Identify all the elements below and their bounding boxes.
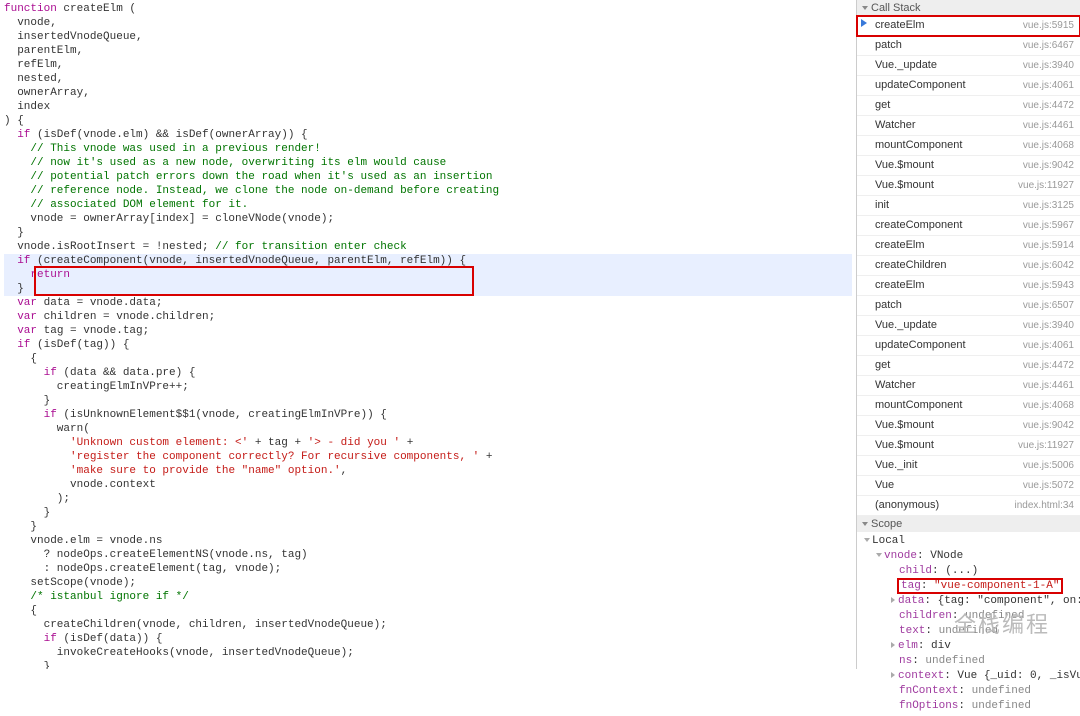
stack-frame[interactable]: Watchervue.js:4461 [857,116,1080,136]
stack-frame[interactable]: (anonymous)index.html:34 [857,496,1080,516]
stack-frame[interactable]: initvue.js:3125 [857,196,1080,216]
stack-frame[interactable]: updateComponentvue.js:4061 [857,336,1080,356]
stack-frame[interactable]: createElmvue.js:5915 [857,16,1080,36]
stack-frame[interactable]: createComponentvue.js:5967 [857,216,1080,236]
stack-frame[interactable]: createElmvue.js:5943 [857,276,1080,296]
scope-header[interactable]: Scope [857,516,1080,532]
scope-tree: Local vnode: VNode child: (...) tag: "vu… [857,532,1080,716]
stack-frame[interactable]: Vuevue.js:5072 [857,476,1080,496]
current-frame-icon [861,19,867,27]
stack-frame[interactable]: mountComponentvue.js:4068 [857,136,1080,156]
stack-frame[interactable]: mountComponentvue.js:4068 [857,396,1080,416]
stack-frame[interactable]: patchvue.js:6467 [857,36,1080,56]
stack-frame[interactable]: Vue.$mountvue.js:11927 [857,176,1080,196]
callstack-list: createElmvue.js:5915patchvue.js:6467Vue.… [857,16,1080,516]
stack-frame[interactable]: getvue.js:4472 [857,356,1080,376]
stack-frame[interactable]: updateComponentvue.js:4061 [857,76,1080,96]
stack-frame[interactable]: Vue.$mountvue.js:11927 [857,436,1080,456]
stack-frame[interactable]: createElmvue.js:5914 [857,236,1080,256]
callstack-header[interactable]: Call Stack [857,0,1080,16]
stack-frame[interactable]: Watchervue.js:4461 [857,376,1080,396]
code-editor[interactable]: function createElm ( vnode, insertedVnod… [0,0,856,669]
stack-frame[interactable]: getvue.js:4472 [857,96,1080,116]
stack-frame[interactable]: patchvue.js:6507 [857,296,1080,316]
debugger-sidebar: Call Stack createElmvue.js:5915patchvue.… [856,0,1080,669]
stack-frame[interactable]: Vue._updatevue.js:3940 [857,56,1080,76]
stack-frame[interactable]: Vue.$mountvue.js:9042 [857,416,1080,436]
stack-frame[interactable]: Vue._initvue.js:5006 [857,456,1080,476]
stack-frame[interactable]: Vue._updatevue.js:3940 [857,316,1080,336]
stack-frame[interactable]: Vue.$mountvue.js:9042 [857,156,1080,176]
stack-frame[interactable]: createChildrenvue.js:6042 [857,256,1080,276]
